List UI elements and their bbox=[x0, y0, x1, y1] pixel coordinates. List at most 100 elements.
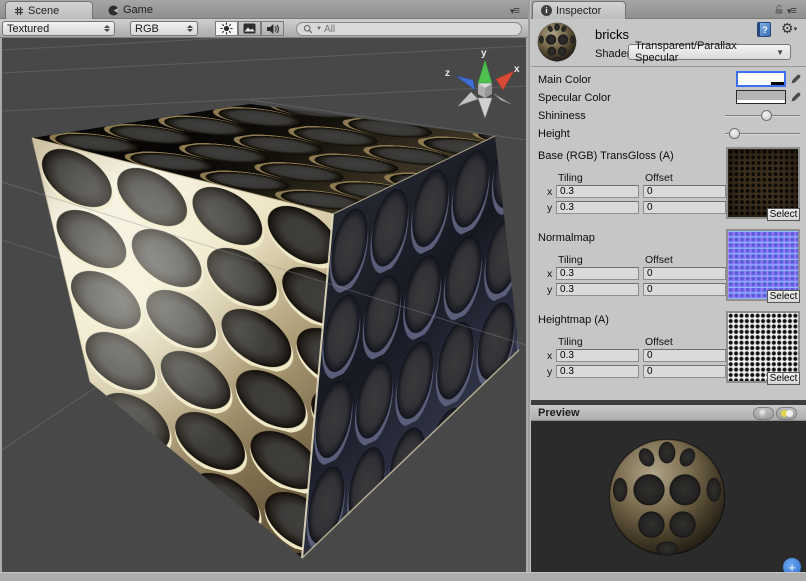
select-button[interactable]: Select bbox=[767, 208, 800, 221]
tab-inspector[interactable]: i Inspector bbox=[532, 1, 626, 19]
tiling-header: Tiling bbox=[558, 336, 583, 348]
main-color-label: Main Color bbox=[538, 74, 591, 86]
shininess-slider[interactable] bbox=[725, 109, 800, 122]
unity-game-icon bbox=[108, 5, 119, 16]
window-bottom-frame bbox=[0, 572, 806, 581]
render-mode-dropdown[interactable]: Textured bbox=[2, 21, 115, 36]
offset-header: Offset bbox=[645, 336, 673, 348]
offset-x-field[interactable] bbox=[643, 349, 726, 362]
preview-sphere-button[interactable] bbox=[753, 407, 774, 420]
material-header: bricks Shader Transparent/Parallax Specu… bbox=[531, 19, 806, 67]
offset-x-field[interactable] bbox=[643, 185, 726, 198]
tiling-x-field[interactable] bbox=[556, 349, 639, 362]
scene-lighting-toggle[interactable] bbox=[215, 21, 238, 36]
lock-icon[interactable] bbox=[774, 4, 784, 15]
offset-y-field[interactable] bbox=[643, 365, 726, 378]
updown-arrows-icon bbox=[187, 25, 193, 32]
info-icon: i bbox=[541, 5, 552, 16]
slider-thumb[interactable] bbox=[729, 128, 740, 139]
tab-game[interactable]: Game bbox=[102, 1, 159, 19]
gizmo-x-label[interactable]: x bbox=[514, 64, 520, 75]
slider-thumb[interactable] bbox=[761, 110, 772, 121]
gizmo-y-label[interactable]: y bbox=[481, 48, 487, 59]
tab-scene-label: Scene bbox=[28, 5, 59, 17]
main-color-swatch[interactable] bbox=[736, 71, 786, 87]
texture-section-heightmap: Heightmap (A) Tiling Offset x y Select bbox=[531, 311, 806, 393]
tiling-y-field[interactable] bbox=[556, 283, 639, 296]
eyedropper-icon[interactable] bbox=[790, 90, 802, 103]
sphere-icon bbox=[759, 409, 768, 418]
scene-grid-icon bbox=[14, 6, 24, 16]
height-label: Height bbox=[538, 128, 570, 140]
shininess-label: Shininess bbox=[538, 110, 586, 122]
tab-scene[interactable]: Scene bbox=[5, 1, 93, 19]
gear-icon[interactable]: ⚙▾ bbox=[781, 20, 797, 37]
inspector-window-menu-icon[interactable]: ▾≡ bbox=[787, 5, 796, 17]
speaker-icon bbox=[266, 23, 279, 35]
material-preview-area[interactable]: + bbox=[531, 421, 806, 572]
shader-label: Shader bbox=[595, 48, 630, 60]
material-ball-icon bbox=[537, 22, 577, 62]
y-axis-label: y bbox=[547, 202, 552, 214]
sun-icon bbox=[220, 22, 233, 35]
scene-toolbar: Textured RGB bbox=[0, 19, 528, 38]
eyedropper-icon[interactable] bbox=[790, 72, 802, 85]
scene-skybox-toggle[interactable] bbox=[238, 21, 261, 36]
help-icon[interactable]: ? bbox=[757, 22, 771, 37]
tiling-header: Tiling bbox=[558, 172, 583, 184]
scene-window-menu-icon[interactable]: ▾≡ bbox=[510, 5, 519, 17]
channels-value: RGB bbox=[135, 23, 159, 35]
preview-title: Preview bbox=[538, 407, 580, 419]
texture-section-normalmap: Normalmap Tiling Offset x y Select bbox=[531, 229, 806, 311]
tiling-y-field[interactable] bbox=[556, 201, 639, 214]
select-button[interactable]: Select bbox=[767, 290, 800, 303]
texture-label: Base (RGB) TransGloss (A) bbox=[538, 150, 674, 162]
specular-color-label: Specular Color bbox=[538, 92, 611, 104]
material-name: bricks bbox=[595, 27, 629, 42]
preview-lighting-button[interactable] bbox=[776, 407, 797, 420]
scene-panel: Scene Game ▾≡ Textured RGB bbox=[0, 0, 528, 581]
search-input[interactable] bbox=[324, 24, 494, 35]
updown-arrows-icon bbox=[104, 25, 110, 32]
shader-value: Transparent/Parallax Specular bbox=[635, 40, 776, 64]
y-axis-label: y bbox=[547, 284, 552, 296]
light-dot-icon bbox=[786, 410, 793, 417]
x-axis-label: x bbox=[547, 186, 552, 198]
texture-section-base: Base (RGB) TransGloss (A) Tiling Offset … bbox=[531, 147, 806, 229]
inspector-tabbar: i Inspector ▾≡ bbox=[531, 0, 806, 19]
render-mode-value: Textured bbox=[7, 23, 49, 35]
preview-material-sphere bbox=[605, 437, 729, 557]
tiling-x-field[interactable] bbox=[556, 267, 639, 280]
offset-header: Offset bbox=[645, 254, 673, 266]
alpha-bar bbox=[737, 100, 785, 103]
scene-tabbar: Scene Game ▾≡ bbox=[0, 0, 528, 19]
x-axis-label: x bbox=[547, 268, 552, 280]
x-axis-label: x bbox=[547, 350, 552, 362]
preview-plus-button[interactable]: + bbox=[783, 558, 801, 572]
tiling-header: Tiling bbox=[558, 254, 583, 266]
texture-label: Heightmap (A) bbox=[538, 314, 609, 326]
tab-game-label: Game bbox=[123, 4, 153, 16]
select-button[interactable]: Select bbox=[767, 372, 800, 385]
channels-dropdown[interactable]: RGB bbox=[130, 21, 198, 36]
texture-label: Normalmap bbox=[538, 232, 595, 244]
specular-color-swatch[interactable] bbox=[736, 90, 786, 104]
search-filter-arrow-icon: ▼ bbox=[316, 26, 322, 32]
offset-x-field[interactable] bbox=[643, 267, 726, 280]
y-axis-label: y bbox=[547, 366, 552, 378]
offset-header: Offset bbox=[645, 172, 673, 184]
dropdown-arrow-icon: ▼ bbox=[776, 48, 784, 57]
tiling-x-field[interactable] bbox=[556, 185, 639, 198]
tiling-y-field[interactable] bbox=[556, 365, 639, 378]
scene-audio-toggle[interactable] bbox=[261, 21, 284, 36]
search-icon bbox=[303, 24, 314, 35]
shader-dropdown[interactable]: Transparent/Parallax Specular ▼ bbox=[628, 44, 791, 60]
height-slider[interactable] bbox=[725, 127, 800, 140]
scene-search-field[interactable]: ▼ bbox=[296, 22, 522, 36]
offset-y-field[interactable] bbox=[643, 283, 726, 296]
gizmo-z-label[interactable]: z bbox=[445, 68, 450, 79]
scene-3d-viewport[interactable]: y x z bbox=[2, 38, 526, 572]
alpha-bar bbox=[738, 82, 784, 85]
offset-y-field[interactable] bbox=[643, 201, 726, 214]
preview-titlebar[interactable]: Preview bbox=[531, 405, 806, 421]
